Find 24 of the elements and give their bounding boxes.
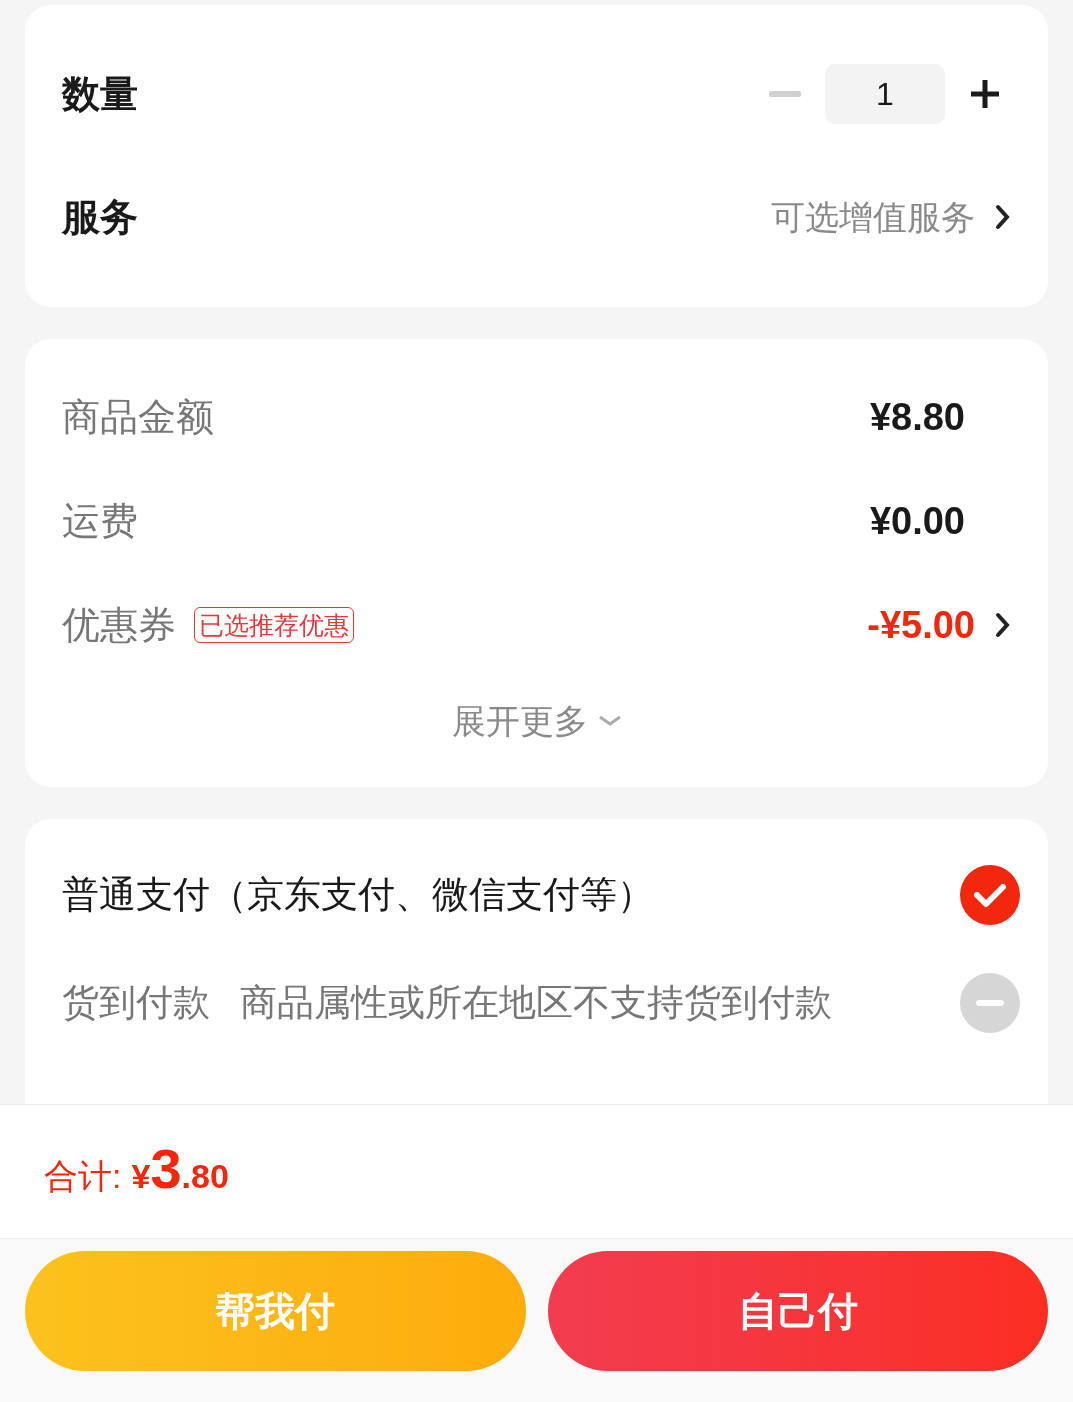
price-label: 优惠券 <box>62 602 176 648</box>
plus-icon <box>969 78 1001 110</box>
expand-more-button[interactable]: 展开更多 <box>451 677 622 765</box>
payment-note: 商品属性或所在地区不支持货到付款 <box>240 981 832 1026</box>
service-link[interactable]: 可选增值服务 <box>771 191 1011 243</box>
payment-label: 货到付款 <box>62 981 210 1026</box>
chevron-right-icon <box>995 611 1011 639</box>
quantity-field[interactable]: 1 <box>825 64 945 124</box>
price-label: 运费 <box>62 498 138 544</box>
quantity-label: 数量 <box>62 71 138 117</box>
price-value: ¥0.00 <box>869 498 965 544</box>
price-label: 商品金额 <box>62 394 214 440</box>
chevron-right-icon <box>995 203 1011 231</box>
chevron-down-icon <box>597 715 622 727</box>
minus-icon <box>769 91 801 97</box>
price-value: ¥8.80 <box>869 394 965 440</box>
pay-button[interactable]: 自己付 <box>547 1251 1048 1371</box>
price-value: -¥5.00 <box>867 602 975 648</box>
total-amount: ¥3.80 <box>131 1141 229 1202</box>
service-label: 服务 <box>62 194 138 240</box>
coupon-tag: 已选推荐优惠 <box>194 607 354 643</box>
payment-label: 普通支付（京东支付、微信支付等） <box>62 873 654 918</box>
total-label: 合计: <box>44 1156 122 1197</box>
payment-option[interactable]: 普通支付（京东支付、微信支付等） <box>62 841 1020 949</box>
